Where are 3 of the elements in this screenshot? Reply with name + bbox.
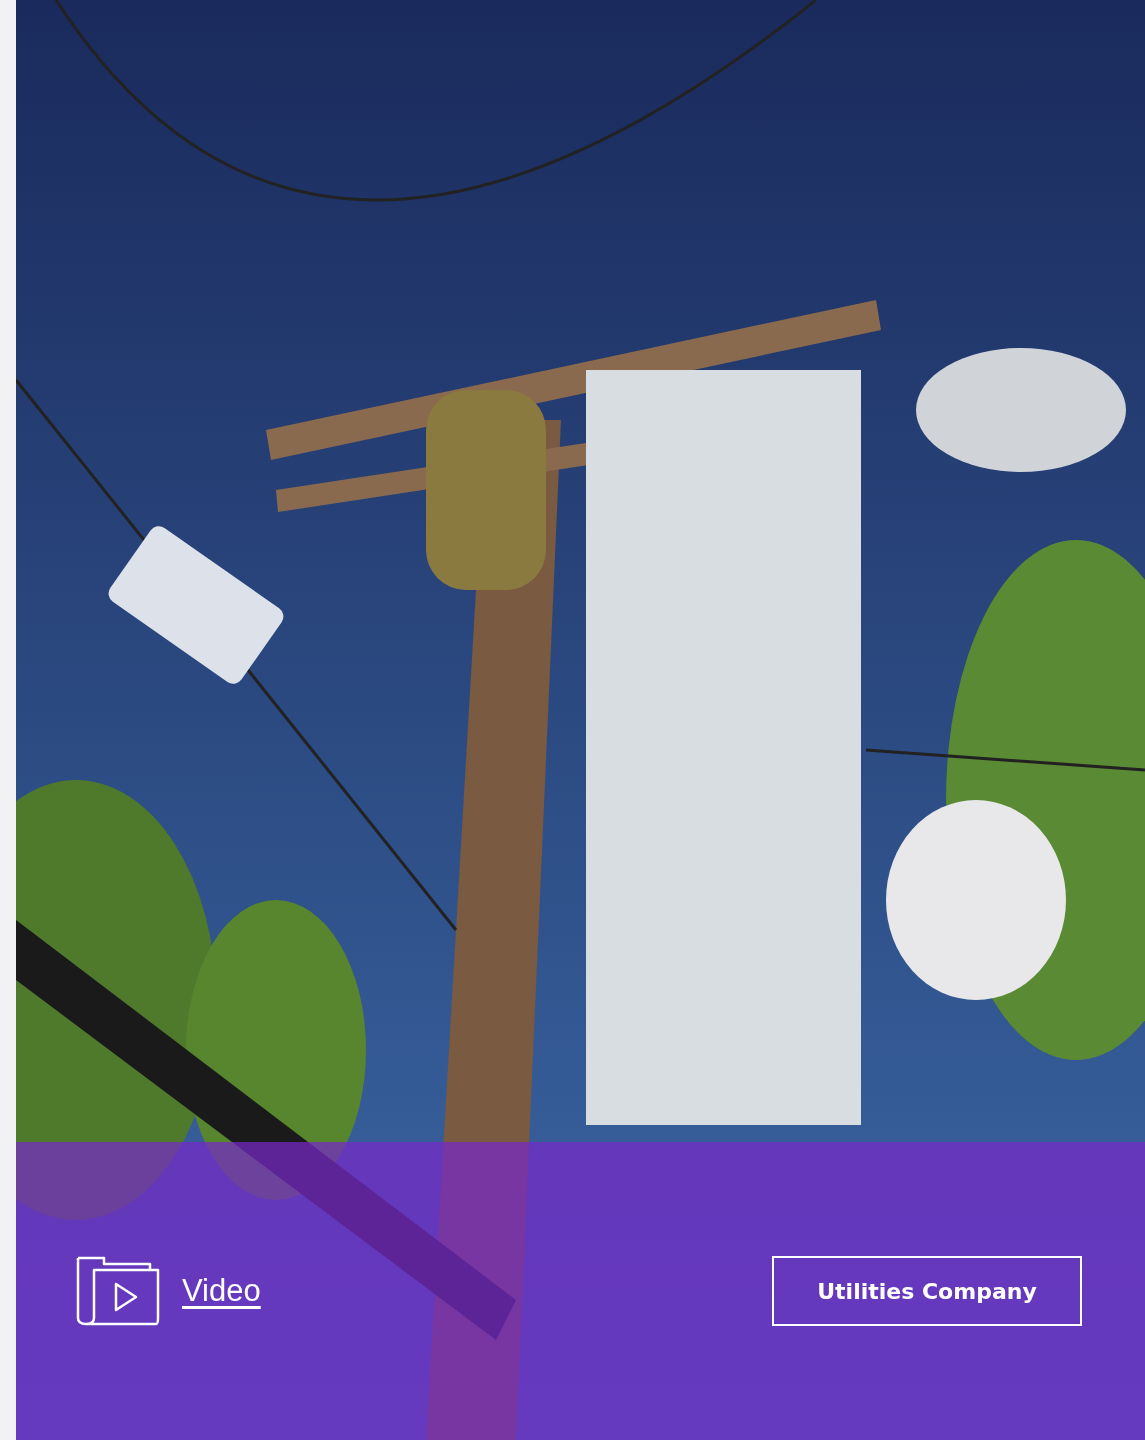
category-tag-button[interactable]: Utilities Company xyxy=(772,1256,1082,1326)
video-folder-icon xyxy=(76,1256,160,1326)
video-link[interactable]: Video xyxy=(182,1273,261,1309)
